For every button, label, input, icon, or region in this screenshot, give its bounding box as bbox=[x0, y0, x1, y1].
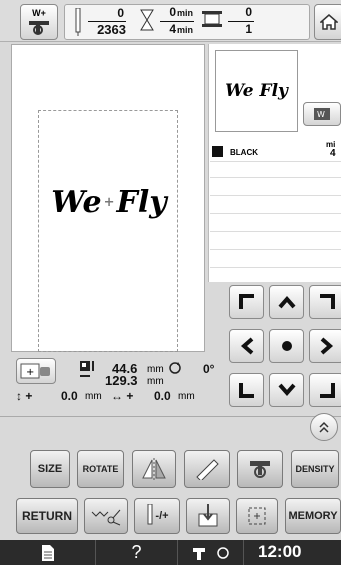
height-value: 129.3 bbox=[105, 373, 138, 388]
thumbnail-icon: W bbox=[314, 108, 330, 120]
presser-foot-button[interactable] bbox=[237, 450, 283, 488]
settings-button[interactable] bbox=[178, 540, 244, 565]
svg-text:+: + bbox=[26, 367, 34, 378]
edit-pencil-button[interactable] bbox=[184, 450, 230, 488]
move-up-right-button[interactable] bbox=[309, 285, 341, 319]
panel-divider bbox=[0, 416, 341, 417]
move-down-right-button[interactable] bbox=[309, 373, 341, 407]
scissors-icon bbox=[91, 509, 121, 526]
move-up-left-button[interactable] bbox=[229, 285, 264, 319]
mirror-button[interactable] bbox=[132, 450, 176, 488]
needle-step-icon bbox=[147, 504, 153, 525]
clock-display: 12:00 bbox=[258, 542, 302, 561]
horizontal-offset-value: 0.0 bbox=[154, 389, 171, 403]
move-left-button[interactable] bbox=[229, 329, 264, 363]
time-unit-top: min bbox=[177, 8, 194, 18]
w-plus-label: W+ bbox=[32, 7, 46, 18]
thread-row-divider bbox=[210, 249, 341, 250]
design-word-fly: Fly bbox=[116, 184, 167, 220]
stitch-done-count: 0 bbox=[117, 6, 124, 20]
vertical-offset-label: ↕ + bbox=[16, 389, 33, 403]
thumbnail-size-button[interactable]: W bbox=[303, 102, 341, 126]
thread-color-swatch bbox=[212, 146, 223, 157]
size-button[interactable]: SIZE bbox=[30, 450, 70, 488]
memory-button[interactable]: MEMORY bbox=[285, 498, 341, 534]
design-bounding-box bbox=[38, 110, 178, 352]
time-done: 0 bbox=[169, 5, 176, 19]
rotation-angle: 0° bbox=[203, 362, 215, 376]
document-icon bbox=[41, 544, 54, 561]
chevron-down-icon bbox=[277, 383, 296, 397]
chevron-up-icon bbox=[277, 295, 296, 309]
color-done: 0 bbox=[245, 5, 252, 19]
embroidery-foot-icon bbox=[250, 461, 270, 478]
thread-row-divider bbox=[210, 267, 341, 268]
corner-down-left-icon bbox=[238, 383, 254, 398]
center-dot-icon bbox=[281, 341, 292, 351]
design-word-we: We bbox=[51, 184, 102, 220]
center-mark: + bbox=[103, 194, 115, 210]
chevron-left-icon bbox=[240, 337, 253, 355]
presser-foot-icon bbox=[29, 20, 49, 35]
vertical-offset-value: 0.0 bbox=[61, 389, 78, 403]
help-button[interactable]: ? bbox=[96, 540, 178, 565]
needle-icon bbox=[75, 8, 81, 36]
embroidery-edit-button[interactable]: W+ bbox=[20, 4, 58, 40]
width-unit: mm bbox=[147, 364, 164, 375]
thread-cut-button[interactable] bbox=[84, 498, 128, 534]
design-thumbnail: We Fly bbox=[215, 50, 298, 132]
pencil-icon bbox=[196, 459, 219, 480]
time-total: 4 bbox=[169, 22, 176, 36]
return-button[interactable]: RETURN bbox=[16, 498, 78, 534]
chevron-right-icon bbox=[320, 337, 333, 355]
horizontal-offset-unit: mm bbox=[178, 391, 195, 402]
height-unit: mm bbox=[147, 376, 164, 387]
density-button[interactable]: DENSITY bbox=[291, 450, 339, 488]
starting-point-button[interactable] bbox=[186, 498, 230, 534]
expand-toggle-button[interactable] bbox=[310, 413, 338, 441]
move-down-button[interactable] bbox=[269, 373, 304, 407]
vertical-offset-unit: mm bbox=[85, 391, 102, 402]
trial-button[interactable] bbox=[236, 498, 278, 534]
trial-frame-icon bbox=[248, 507, 266, 525]
rotate-button[interactable]: ROTATE bbox=[77, 450, 124, 488]
size-measure-icon bbox=[80, 361, 94, 377]
svg-text:W: W bbox=[317, 110, 325, 119]
stitch-step-label: -/+ bbox=[155, 510, 169, 522]
home-button[interactable] bbox=[314, 4, 341, 40]
corner-down-right-icon bbox=[319, 383, 335, 398]
thread-row-divider bbox=[210, 213, 341, 214]
thread-row-divider bbox=[210, 195, 341, 196]
thread-time-value: 4 bbox=[330, 148, 336, 159]
center-button[interactable] bbox=[269, 329, 304, 363]
machine-settings-icon bbox=[192, 547, 205, 560]
move-right-button[interactable] bbox=[309, 329, 341, 363]
thread-row-divider bbox=[210, 231, 341, 232]
start-point-icon bbox=[198, 504, 218, 527]
frame-icon: + bbox=[20, 363, 50, 379]
rotate-arrows-icon bbox=[216, 546, 229, 559]
manual-button[interactable] bbox=[0, 540, 96, 565]
corner-up-left-icon bbox=[238, 294, 254, 309]
move-down-left-button[interactable] bbox=[229, 373, 264, 407]
horizontal-offset-label: ↔ + bbox=[111, 389, 134, 403]
stitch-total-count: 2363 bbox=[97, 22, 126, 37]
stitch-forward-back-button[interactable]: -/+ bbox=[134, 498, 180, 534]
thumbnail-text: We Fly bbox=[225, 81, 288, 101]
color-total: 1 bbox=[245, 22, 252, 36]
move-up-button[interactable] bbox=[269, 285, 304, 319]
mirror-icon bbox=[142, 458, 166, 480]
rotation-icon bbox=[169, 362, 181, 374]
design-preview-text: We + Fly bbox=[44, 182, 174, 222]
thread-row-divider bbox=[210, 161, 341, 162]
time-unit-bottom: min bbox=[177, 25, 194, 35]
double-chevron-up-icon bbox=[319, 421, 329, 433]
corner-up-right-icon bbox=[319, 294, 335, 309]
thread-spool-icon bbox=[202, 11, 222, 27]
thread-row-divider bbox=[210, 177, 341, 178]
hourglass-icon bbox=[140, 9, 154, 31]
frame-select-button[interactable]: + bbox=[16, 358, 56, 384]
thread-color-name: BLACK bbox=[230, 148, 258, 157]
home-icon bbox=[320, 14, 338, 30]
